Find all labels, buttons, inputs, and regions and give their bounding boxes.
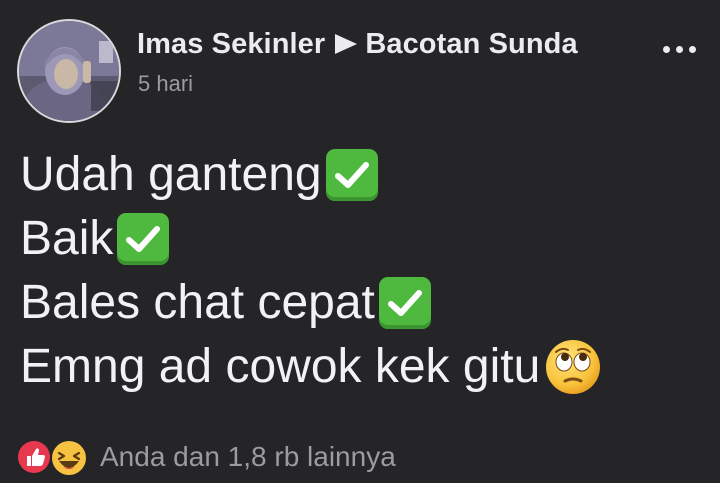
- post-body: Udah ganteng Baik Bales chat cepat Emng …: [20, 143, 602, 399]
- post-line: Baik: [20, 207, 602, 271]
- dot: [676, 46, 683, 53]
- author-name[interactable]: Imas Sekinler: [137, 28, 325, 60]
- post-line-text: Emng ad cowok kek gitu: [20, 340, 541, 393]
- face-with-rolling-eyes-icon: [544, 338, 602, 396]
- reaction-summary[interactable]: Anda dan 1,8 rb lainnya: [16, 436, 396, 478]
- avatar-photo: [19, 21, 119, 121]
- dot: [663, 46, 670, 53]
- like-reaction-icon: [16, 439, 52, 475]
- reaction-icons: [16, 437, 94, 477]
- arrow-right-icon: [335, 34, 358, 54]
- haha-reaction-icon: [50, 439, 88, 477]
- post-line-text: Bales chat cepat: [20, 276, 375, 329]
- group-name[interactable]: Bacotan Sunda: [365, 28, 577, 60]
- check-mark-button-icon: [378, 277, 431, 329]
- dot: [689, 46, 696, 53]
- post-line: Udah ganteng: [20, 143, 602, 207]
- post-card: Imas Sekinler Bacotan Sunda 5 hari Udah g…: [0, 0, 720, 483]
- post-line-text: Udah ganteng: [20, 148, 322, 201]
- post-line-text: Baik: [20, 212, 114, 265]
- post-line: Bales chat cepat: [20, 271, 602, 335]
- reaction-count-text[interactable]: Anda dan 1,8 rb lainnya: [100, 441, 396, 473]
- post-header-title: Imas Sekinler Bacotan Sunda: [137, 28, 578, 61]
- author-avatar[interactable]: [17, 19, 121, 123]
- check-mark-button-icon: [117, 213, 170, 265]
- post-line: Emng ad cowok kek gitu: [20, 335, 602, 399]
- post-timestamp[interactable]: 5 hari: [138, 71, 193, 97]
- check-mark-button-icon: [325, 149, 378, 201]
- more-options-icon[interactable]: [661, 40, 698, 59]
